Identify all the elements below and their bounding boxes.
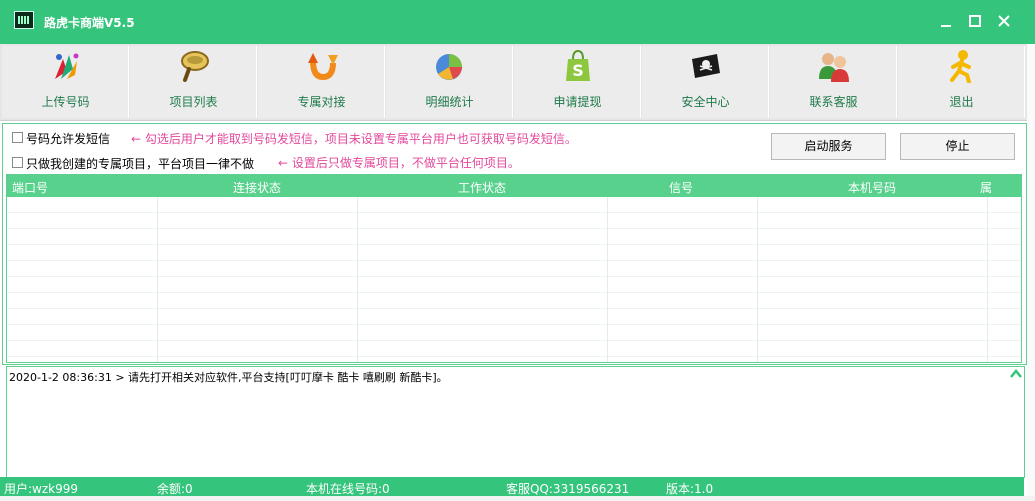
column-divider: [157, 197, 158, 362]
status-bar: 用户:wzk999 余额:0 本机在线号码:0 客服QQ:3319566231 …: [0, 477, 1024, 496]
allow-sms-label[interactable]: 号码允许发短信: [26, 130, 110, 147]
exit-button[interactable]: 退出: [898, 46, 1025, 118]
toolbar-label: 上传号码: [41, 95, 90, 109]
pirate-flag-icon: [692, 54, 720, 78]
toolbar-label: 退出: [949, 95, 974, 109]
project-list-button[interactable]: 项目列表: [130, 46, 257, 118]
upload-numbers-button[interactable]: 上传号码: [2, 46, 129, 118]
column-divider: [987, 197, 988, 362]
toolbar-label: 项目列表: [169, 95, 218, 109]
column-header-signal[interactable]: 信号: [669, 179, 693, 196]
log-line: 2020-1-2 08:36:31 > 请先打开相关对应软件,平台支持[叮叮摩卡…: [9, 371, 448, 384]
maximize-button[interactable]: [962, 10, 988, 32]
log-panel[interactable]: 2020-1-2 08:36:31 > 请先打开相关对应软件,平台支持[叮叮摩卡…: [6, 366, 1025, 478]
close-icon: [998, 15, 1010, 27]
main-toolbar: 上传号码 项目列表 专属对接 明细统计 S 申请提现 安全中心 联系客服 退出: [0, 44, 1032, 121]
column-header-belong[interactable]: 属: [980, 179, 992, 196]
toolbar-label: 联系客服: [809, 95, 858, 109]
toolbar-label: 专属对接: [297, 95, 346, 109]
only-exclusive-note: ← 设置后只做专属项目，不做平台任何项目。: [278, 156, 520, 170]
app-logo-icon: [14, 11, 34, 29]
column-header-connection[interactable]: 连接状态: [233, 179, 281, 196]
table-body[interactable]: [7, 197, 1021, 362]
toolbar-label: 申请提现: [553, 95, 602, 109]
users-icon: [819, 53, 849, 82]
detail-statistics-button[interactable]: 明细统计: [386, 46, 513, 118]
window-title: 路虎卡商端V5.5: [44, 16, 135, 30]
toolbar-label: 安全中心: [681, 95, 730, 109]
allow-sms-note: ← 勾选后用户才能取到号码发短信，项目未设置专属平台用户也可获取号码发短信。: [131, 132, 577, 146]
status-qq: 客服QQ:3319566231: [506, 482, 630, 496]
pie-chart-icon: [436, 54, 462, 80]
withdraw-button[interactable]: S 申请提现: [514, 46, 641, 118]
table-header: 端口号 连接状态 工作状态 信号 本机号码 属: [7, 175, 1021, 197]
column-divider: [757, 197, 758, 362]
only-exclusive-checkbox[interactable]: [12, 157, 23, 168]
title-bar: 路虎卡商端V5.5: [0, 0, 1035, 44]
column-divider: [607, 197, 608, 362]
status-version: 版本:1.0: [666, 482, 714, 496]
window-edge: [1027, 44, 1035, 501]
allow-sms-checkbox[interactable]: [12, 132, 23, 143]
close-button[interactable]: [991, 10, 1017, 32]
column-header-port[interactable]: 端口号: [12, 179, 48, 196]
window-bottom-edge: [0, 496, 1035, 501]
column-divider: [357, 197, 358, 362]
only-exclusive-label[interactable]: 只做我创建的专属项目，平台项目一律不做: [26, 155, 254, 172]
column-header-phone[interactable]: 本机号码: [848, 179, 896, 196]
refresh-arrow-icon: [308, 53, 338, 81]
maximize-icon: [969, 15, 981, 27]
minimize-icon: [941, 25, 951, 27]
minimize-button[interactable]: [933, 10, 959, 32]
scroll-up-icon[interactable]: [1009, 367, 1023, 381]
column-header-work-status[interactable]: 工作状态: [458, 179, 506, 196]
magnifier-icon: [181, 51, 209, 82]
security-center-button[interactable]: 安全中心: [642, 46, 769, 118]
status-user: 用户:wzk999: [4, 482, 79, 496]
shopping-bag-icon: S: [566, 49, 590, 81]
running-man-icon: [950, 50, 971, 83]
svg-text:S: S: [572, 61, 584, 80]
contact-service-button[interactable]: 联系客服: [770, 46, 897, 118]
upload-numbers-icon: [55, 53, 79, 79]
status-balance: 余额:0: [157, 482, 193, 496]
stop-button[interactable]: 停止: [900, 133, 1015, 160]
status-online: 本机在线号码:0: [306, 482, 390, 496]
toolbar-label: 明细统计: [425, 95, 474, 109]
exclusive-docking-button[interactable]: 专属对接: [258, 46, 385, 118]
port-table: 端口号 连接状态 工作状态 信号 本机号码 属: [6, 174, 1022, 363]
start-service-button[interactable]: 启动服务: [771, 133, 886, 160]
